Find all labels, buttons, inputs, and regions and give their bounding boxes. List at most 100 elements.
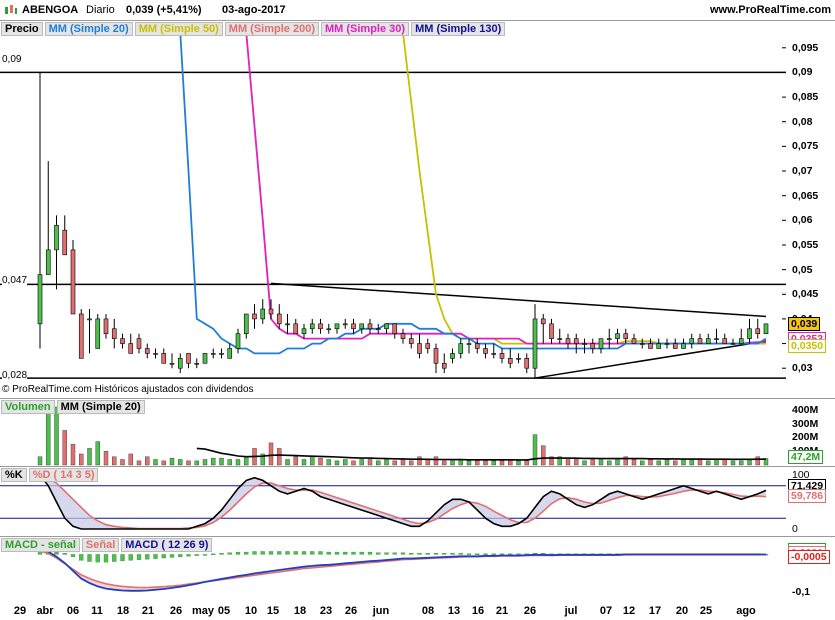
candle-body [301, 328, 307, 335]
candle-body [136, 338, 142, 349]
macd-hist-bar [79, 554, 84, 561]
candle-body [483, 348, 488, 354]
volume-bar [475, 460, 480, 466]
macd-hist-bar [409, 553, 414, 555]
date-tick: 18 [293, 605, 307, 617]
macd-hist-bar [128, 554, 133, 561]
candle-body [186, 353, 191, 364]
price-tick: 0,065 [792, 189, 819, 202]
candle-body [747, 328, 752, 339]
candle-body [441, 362, 447, 369]
date-axis[interactable]: 29 abr 06 11 18 21 26 may 05 10 15 18 23 26 jun 08 13 16 2… [0, 600, 786, 620]
volume-bar [136, 460, 142, 466]
legend-macd[interactable]: MACD ( 12 26 9) [121, 538, 213, 552]
candle-body [681, 343, 686, 349]
macd-hist-bar [219, 553, 224, 555]
macd-value-badge: -0,0005 [788, 549, 830, 564]
candle-body [433, 348, 439, 364]
volume-bar [161, 460, 166, 466]
volume-bar [706, 460, 711, 466]
volume-bar [722, 459, 727, 466]
volume-bar [145, 456, 150, 466]
stochastic-axis[interactable]: 100 0 71,429 59,786 [786, 466, 835, 537]
date-tick: 26 [523, 605, 537, 617]
legend-ma50[interactable]: MM (Simple 50) [134, 22, 223, 36]
macd-hist-bar [326, 551, 331, 555]
volume-bar [565, 459, 571, 466]
volume-bar [46, 410, 51, 466]
candle-body [243, 313, 249, 335]
candle-body [309, 323, 315, 330]
price-panel[interactable]: Precio MM (Simple 20) MM (Simple 50) MM … [0, 20, 786, 399]
candle-body [639, 343, 645, 345]
volume-axis[interactable]: 400M300M200M100M47,2M [786, 398, 835, 467]
macd-hist-bar [62, 553, 67, 555]
candle-body [45, 249, 51, 275]
price-chart [0, 32, 786, 379]
volume-panel[interactable]: Volumen MM (Simple 20) [0, 398, 786, 467]
volume-bar [541, 445, 546, 466]
volume-bar [483, 460, 488, 466]
macd-hist-bar [293, 551, 298, 555]
volume-bar [747, 459, 752, 466]
date-tick: 18 [116, 605, 130, 617]
legend-volume[interactable]: Volumen [1, 400, 55, 414]
date-tick: 26 [344, 605, 358, 617]
macd-axis[interactable]: -0,10,00060,0001-0,0005 [786, 536, 835, 601]
candle-body [466, 343, 472, 345]
legend-ma130[interactable]: MM (Simple 130) [411, 22, 506, 36]
macd-panel[interactable]: MACD - señal Señal MACD ( 12 26 9) [0, 536, 786, 601]
price-tick: 0,075 [792, 140, 819, 153]
legend-ma20[interactable]: MM (Simple 20) [44, 22, 133, 36]
date-tick: 11 [91, 605, 103, 617]
date-label: 03-ago-2017 [222, 4, 286, 16]
macd-hist-bar [359, 551, 364, 555]
candle-body [606, 338, 612, 340]
current-price-badge: 0,039 [788, 316, 821, 331]
volume-bar [211, 457, 216, 466]
candle-body [219, 353, 224, 355]
macd-hist-bar [244, 551, 249, 555]
candle-body [705, 338, 711, 344]
legend-ma30[interactable]: MM (Simple 30) [320, 22, 410, 36]
candle-body [70, 249, 76, 315]
legend-price[interactable]: Precio [1, 22, 43, 36]
legend-macd-hist[interactable]: MACD - señal [1, 538, 80, 552]
volume-bar [673, 460, 678, 466]
legend-signal[interactable]: Señal [81, 538, 120, 552]
site-label[interactable]: www.ProRealTime.com [710, 4, 831, 16]
volume-value-badge: 47,2M [788, 449, 824, 464]
candle-body [648, 343, 653, 349]
volume-bar [409, 460, 414, 466]
volume-bar [714, 459, 719, 466]
legend-d[interactable]: %D ( 14 3 5) [28, 468, 99, 482]
candle-body [400, 333, 406, 339]
macd-hist-bar [301, 551, 307, 555]
macd-hist-bar [417, 553, 422, 555]
candle-body [491, 353, 497, 355]
macd-hist-bar [400, 552, 406, 555]
volume-bar [235, 459, 241, 466]
volume-bar [499, 460, 505, 466]
stochastic-chart [0, 474, 786, 530]
candle-body [227, 348, 233, 359]
date-tick: ago [736, 605, 756, 617]
price-change-label: 0,039 (+5,41%) [126, 4, 202, 16]
candle-body [524, 358, 530, 369]
volume-bar [590, 459, 595, 466]
macd-hist-bar [310, 551, 315, 555]
date-tick: 21 [495, 605, 509, 617]
date-tick: 06 [66, 605, 80, 617]
macd-hist-bar [351, 551, 356, 555]
candle-body [450, 353, 455, 359]
legend-volume-ma20[interactable]: MM (Simple 20) [56, 400, 145, 414]
price-tick: 0,045 [792, 288, 819, 301]
price-axis[interactable]: 0,095 0,09 0,085 0,08 0,075 0,07 0,065 0,06 0,05… [786, 20, 835, 399]
candle-body [260, 308, 266, 320]
legend-ma200[interactable]: MM (Simple 200) [224, 22, 319, 36]
stochastic-panel[interactable]: %K %D ( 14 3 5) [0, 466, 786, 537]
candle-body [722, 338, 728, 344]
legend-k[interactable]: %K [1, 468, 27, 482]
candle-body [375, 328, 381, 331]
candle-body [425, 343, 431, 349]
